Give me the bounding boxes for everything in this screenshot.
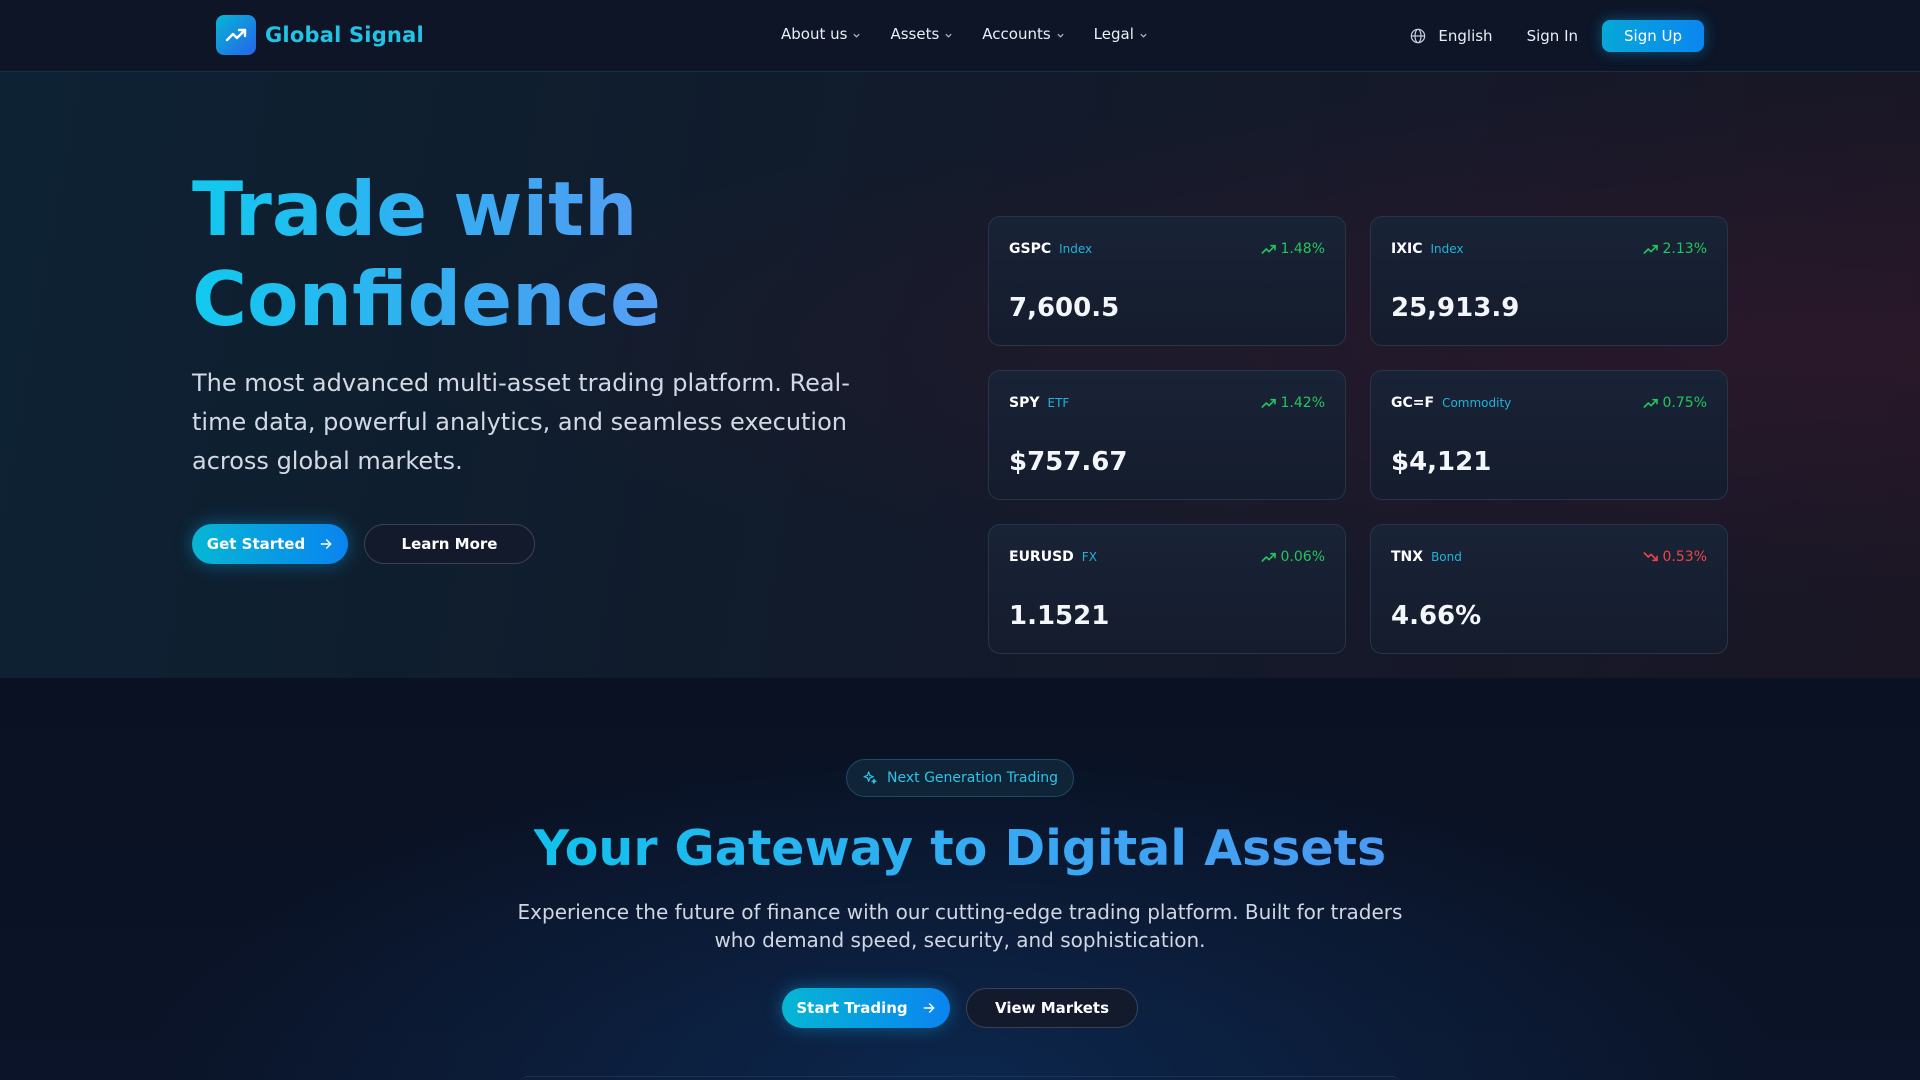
get-started-label: Get Started xyxy=(206,535,306,553)
trending-up-icon xyxy=(1261,244,1276,254)
learn-more-label: Learn More xyxy=(401,535,498,553)
nav-item-label: Legal xyxy=(1093,25,1134,43)
ticker-price: 1.1521 xyxy=(1009,601,1110,631)
trending-up-icon xyxy=(1261,398,1276,408)
ticker-symbol: IXIC xyxy=(1391,241,1423,257)
badge-label: Next Generation Trading xyxy=(887,770,1058,786)
main-nav: About us Assets Accounts Legal xyxy=(781,25,1148,43)
top-navbar: Global Signal About us Assets Accounts L… xyxy=(0,0,1920,72)
sign-in-link[interactable]: Sign In xyxy=(1527,27,1578,45)
ticker-price: 7,600.5 xyxy=(1009,293,1120,323)
nav-item-label: About us xyxy=(781,25,848,43)
ticker-type: Bond xyxy=(1431,550,1462,564)
gateway-subtitle-line2: who demand speed, security, and sophisti… xyxy=(714,928,1206,952)
gateway-subtitle: Experience the future of finance with ou… xyxy=(500,898,1420,954)
ticker-card[interactable]: GSPC Index 1.48% 7,600.5 xyxy=(988,216,1346,346)
start-trading-label: Start Trading xyxy=(796,999,908,1017)
hero-section: Trade with Confidence The most advanced … xyxy=(0,72,1920,678)
trending-up-icon xyxy=(1643,398,1658,408)
ticker-change: 2.13% xyxy=(1643,241,1707,257)
ticker-symbol: GSPC xyxy=(1009,241,1052,257)
ticker-change-value: 2.13% xyxy=(1662,241,1707,257)
gateway-title: Your Gateway to Digital Assets xyxy=(0,816,1920,882)
ticker-type: Index xyxy=(1430,242,1464,256)
chevron-down-icon xyxy=(853,33,861,38)
chevron-down-icon xyxy=(1140,33,1147,38)
ticker-card[interactable]: EURUSD FX 0.06% 1.1521 xyxy=(988,524,1346,654)
arrow-right-icon xyxy=(923,1003,935,1013)
hero-subtitle: The most advanced multi-asset trading pl… xyxy=(192,369,850,475)
ticker-card[interactable]: IXIC Index 2.13% 25,913.9 xyxy=(1370,216,1728,346)
sparkles-icon xyxy=(863,771,877,784)
arrow-right-icon xyxy=(320,539,332,549)
ticker-card[interactable]: GC=F Commodity 0.75% $4,121 xyxy=(1370,370,1728,500)
ticker-symbol: SPY xyxy=(1009,395,1040,411)
ticker-symbol: EURUSD xyxy=(1009,549,1074,565)
hero-title-line1: Trade with xyxy=(192,165,638,253)
language-selector[interactable]: English xyxy=(1410,27,1493,45)
trending-down-icon xyxy=(1643,552,1658,562)
globe-icon xyxy=(1411,28,1426,44)
learn-more-button[interactable]: Learn More xyxy=(364,524,535,564)
nav-actions: English Sign In Sign Up xyxy=(1410,20,1704,52)
view-markets-button[interactable]: View Markets xyxy=(966,988,1138,1028)
ticker-symbol: TNX xyxy=(1391,549,1424,565)
hero-title: Trade with Confidence xyxy=(192,164,912,344)
ticker-price: $4,121 xyxy=(1391,447,1492,477)
view-markets-label: View Markets xyxy=(994,999,1110,1017)
ticker-change: 1.48% xyxy=(1261,241,1325,257)
nav-item-label: Assets xyxy=(890,25,940,43)
ticker-price: 25,913.9 xyxy=(1391,293,1520,323)
ticker-change-value: 1.48% xyxy=(1280,241,1325,257)
gateway-subtitle-line1: Experience the future of finance with ou… xyxy=(517,900,1403,924)
gateway-section: Next Generation Trading Your Gateway to … xyxy=(0,678,1920,1080)
trending-up-icon xyxy=(1643,244,1658,254)
next-gen-badge: Next Generation Trading xyxy=(846,759,1074,797)
next-panel-edge xyxy=(520,1076,1400,1080)
ticker-change: 0.06% xyxy=(1261,549,1325,565)
ticker-change-value: 0.06% xyxy=(1280,549,1325,565)
ticker-type: Commodity xyxy=(1442,396,1512,410)
chevron-down-icon xyxy=(1057,33,1064,38)
ticker-change: 0.53% xyxy=(1643,549,1707,565)
nav-item-assets[interactable]: Assets xyxy=(890,25,953,43)
gateway-title-text: Your Gateway to Digital Assets xyxy=(533,820,1387,877)
brand-name: Global Signal xyxy=(265,23,424,47)
trending-up-icon xyxy=(1261,552,1276,562)
sign-up-button[interactable]: Sign Up xyxy=(1602,20,1704,52)
ticker-symbol: GC=F xyxy=(1391,395,1435,411)
ticker-change-value: 0.75% xyxy=(1662,395,1707,411)
language-label: English xyxy=(1438,27,1493,45)
brand[interactable]: Global Signal xyxy=(216,15,424,55)
ticker-card[interactable]: TNX Bond 0.53% 4.66% xyxy=(1370,524,1728,654)
ticker-type: FX xyxy=(1081,550,1097,564)
ticker-change: 0.75% xyxy=(1643,395,1707,411)
get-started-button[interactable]: Get Started xyxy=(192,524,348,564)
ticker-price: 4.66% xyxy=(1391,601,1482,631)
ticker-type: Index xyxy=(1059,242,1093,256)
nav-item-about-us[interactable]: About us xyxy=(781,25,861,43)
hero-title-line2: Confidence xyxy=(192,255,661,343)
start-trading-button[interactable]: Start Trading xyxy=(782,988,950,1028)
nav-item-label: Accounts xyxy=(982,25,1051,43)
ticker-change: 1.42% xyxy=(1261,395,1325,411)
ticker-change-value: 0.53% xyxy=(1662,549,1707,565)
ticker-price: $757.67 xyxy=(1009,447,1128,477)
ticker-card[interactable]: SPY ETF 1.42% $757.67 xyxy=(988,370,1346,500)
trending-up-icon xyxy=(216,15,256,55)
ticker-type: ETF xyxy=(1047,396,1070,410)
nav-item-legal[interactable]: Legal xyxy=(1094,25,1148,43)
nav-item-accounts[interactable]: Accounts xyxy=(982,25,1064,43)
ticker-change-value: 1.42% xyxy=(1280,395,1325,411)
chevron-down-icon xyxy=(945,33,952,38)
